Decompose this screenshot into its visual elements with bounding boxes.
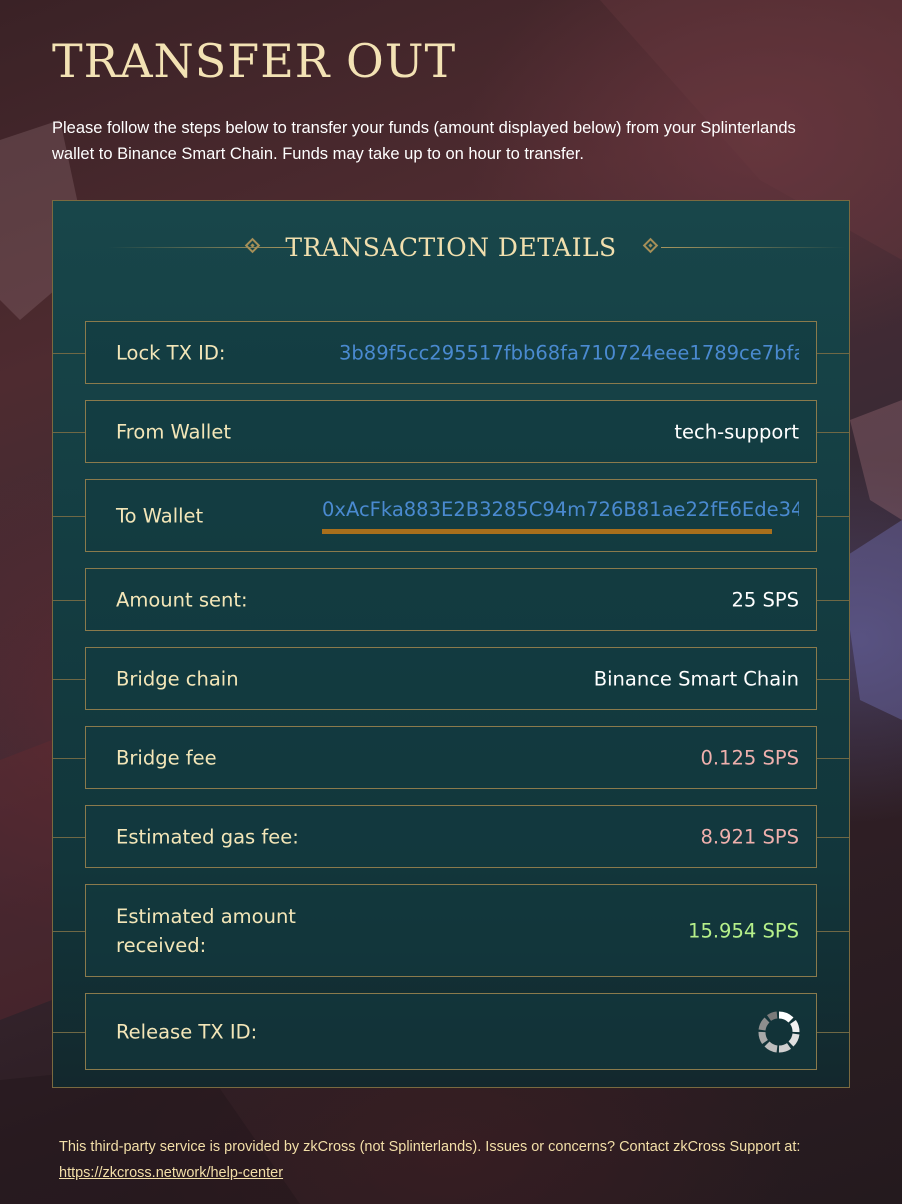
panel-header: TRANSACTION DETAILS: [53, 223, 849, 273]
row-connector-right: [817, 599, 849, 601]
row-connector-right: [817, 678, 849, 680]
estimated-amount-received-label: Estimated amount received:: [116, 904, 296, 957]
from-wallet-label: From Wallet: [116, 420, 231, 443]
row-connector-left: [53, 678, 85, 680]
row-box: To Wallet 0xAcFka883E2B3285C94m726B81ae2…: [85, 479, 817, 552]
estimated-gas-fee-label: Estimated gas fee:: [116, 825, 299, 848]
amount-sent-row: Amount sent: 25 SPS: [53, 568, 849, 631]
estimated-gas-fee-row: Estimated gas fee: 8.921 SPS: [53, 805, 849, 868]
row-connector-left: [53, 431, 85, 433]
help-center-link[interactable]: https://zkcross.network/help-center: [59, 1165, 283, 1181]
to-wallet-row: To Wallet 0xAcFka883E2B3285C94m726B81ae2…: [53, 479, 849, 552]
row-connector-right: [817, 836, 849, 838]
row-connector-left: [53, 930, 85, 932]
header-divider-right: [661, 247, 846, 248]
release-tx-id-label: Release TX ID:: [116, 1020, 258, 1043]
estimated-amount-received-value: 15.954 SPS: [688, 919, 799, 942]
amount-sent-value: 25 SPS: [731, 588, 799, 611]
from-wallet-row: From Wallet tech-support: [53, 400, 849, 463]
row-box: From Wallet tech-support: [85, 400, 817, 463]
lock-tx-id-label: Lock TX ID:: [116, 341, 226, 364]
row-connector-left: [53, 836, 85, 838]
amount-sent-label: Amount sent:: [116, 588, 248, 611]
row-box: Estimated amount received: 15.954 SPS: [85, 884, 817, 977]
transaction-details-panel: TRANSACTION DETAILS Lock TX ID: 3b89f5cc…: [52, 200, 850, 1088]
bridge-chain-value: Binance Smart Chain: [593, 667, 799, 690]
estimated-amount-received-row: Estimated amount received: 15.954 SPS: [53, 884, 849, 977]
row-connector-left: [53, 757, 85, 759]
page-title: TRANSFER OUT: [52, 34, 457, 88]
row-connector-left: [53, 352, 85, 354]
intro-text: Please follow the steps below to transfe…: [52, 119, 796, 163]
row-connector-right: [817, 431, 849, 433]
row-box: Bridge chain Binance Smart Chain: [85, 647, 817, 710]
bridge-fee-row: Bridge fee 0.125 SPS: [53, 726, 849, 789]
bridge-chain-label: Bridge chain: [116, 667, 239, 690]
lock-tx-id-link[interactable]: 3b89f5cc295517fbb68fa710724eee1789ce7bfa: [339, 341, 799, 364]
bridge-fee-label: Bridge fee: [116, 746, 217, 769]
row-connector-right: [817, 515, 849, 517]
row-box: Bridge fee 0.125 SPS: [85, 726, 817, 789]
highlight-underline: [322, 529, 772, 534]
lock-tx-id-row: Lock TX ID: 3b89f5cc295517fbb68fa710724e…: [53, 321, 849, 384]
row-connector-right: [817, 352, 849, 354]
bridge-chain-row: Bridge chain Binance Smart Chain: [53, 647, 849, 710]
row-connector-right: [817, 757, 849, 759]
to-wallet-link[interactable]: 0xAcFka883E2B3285C94m726B81ae22fE6Ede344: [322, 498, 799, 521]
row-connector-right: [817, 930, 849, 932]
footer-text: This third-party service is provided by …: [59, 1139, 801, 1155]
bridge-fee-value: 0.125 SPS: [700, 746, 799, 769]
footer-note: This third-party service is provided by …: [59, 1134, 859, 1186]
row-box: Estimated gas fee: 8.921 SPS: [85, 805, 817, 868]
loading-spinner-icon: [758, 1011, 800, 1052]
release-tx-id-row: Release TX ID:: [53, 993, 849, 1070]
row-connector-left: [53, 599, 85, 601]
row-connector-left: [53, 515, 85, 517]
to-wallet-label: To Wallet: [116, 504, 204, 527]
from-wallet-value: tech-support: [674, 420, 799, 443]
row-box: Amount sent: 25 SPS: [85, 568, 817, 631]
row-box: Lock TX ID: 3b89f5cc295517fbb68fa710724e…: [85, 321, 817, 384]
row-connector-left: [53, 1031, 85, 1033]
estimated-gas-fee-value: 8.921 SPS: [700, 825, 799, 848]
row-connector-right: [817, 1031, 849, 1033]
row-box: Release TX ID:: [85, 993, 817, 1070]
